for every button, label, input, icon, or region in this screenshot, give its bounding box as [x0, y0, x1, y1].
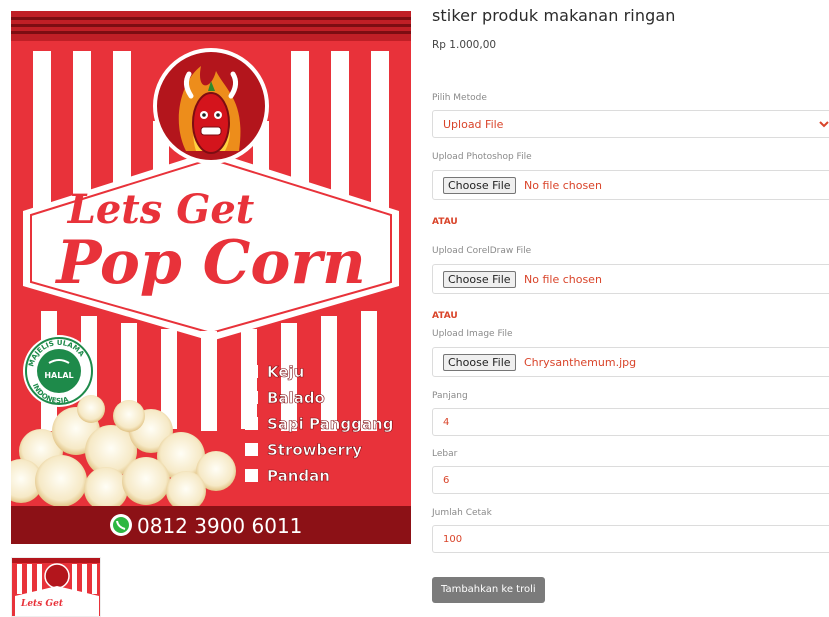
flavor-item: Sapi Panggang: [267, 415, 393, 433]
panjang-label: Panjang: [432, 391, 468, 401]
jumlah-label: Jumlah Cetak: [432, 508, 492, 518]
coreldraw-label: Upload CorelDraw File: [432, 246, 532, 256]
image-choose-button[interactable]: Choose File: [443, 354, 516, 371]
poster-brand-line1: Lets Get: [67, 186, 255, 233]
seal-halal-text: HALAL: [44, 371, 73, 380]
photoshop-file-name: No file chosen: [524, 179, 602, 192]
photoshop-file-field: Choose File No file chosen: [432, 170, 829, 200]
jumlah-input[interactable]: 100: [432, 525, 829, 553]
image-label: Upload Image File: [432, 329, 513, 339]
panjang-input[interactable]: 4: [432, 408, 829, 436]
method-select[interactable]: Upload File: [432, 110, 829, 138]
thumb-text: Lets Get: [20, 599, 64, 609]
coreldraw-file-field: Choose File No file chosen: [432, 264, 829, 294]
coreldraw-choose-button[interactable]: Choose File: [443, 271, 516, 288]
photoshop-label: Upload Photoshop File: [432, 152, 532, 162]
atau-separator-1: ATAU: [432, 217, 458, 227]
halal-seal-icon: MAJELIS ULAMA INDONESIA HALAL: [23, 335, 95, 407]
product-price: Rp 1.000,00: [432, 39, 497, 51]
product-title: stiker produk makanan ringan: [432, 6, 676, 25]
jumlah-value: 100: [443, 534, 463, 545]
add-to-cart-button[interactable]: Tambahkan ke troli: [432, 577, 545, 603]
poster-brand-line2: Pop Corn: [54, 228, 365, 298]
photoshop-choose-button[interactable]: Choose File: [443, 177, 516, 194]
lebar-label: Lebar: [432, 449, 458, 459]
image-file-name: Chrysanthemum.jpg: [524, 356, 637, 369]
flavor-item: Keju: [267, 363, 304, 381]
lebar-input[interactable]: 6: [432, 466, 829, 494]
atau-separator-2: ATAU: [432, 311, 458, 321]
product-thumbnail[interactable]: Lets Get: [11, 557, 101, 617]
method-label: Pilih Metode: [432, 93, 487, 103]
whatsapp-icon: [110, 514, 132, 536]
flavor-item: Balado: [267, 389, 325, 407]
chevron-down-icon: [819, 121, 829, 128]
poster-phone: 0812 3900 6011: [137, 514, 302, 538]
lebar-value: 6: [443, 475, 450, 486]
coreldraw-file-name: No file chosen: [524, 273, 602, 286]
panjang-value: 4: [443, 417, 450, 428]
image-file-field: Choose File Chrysanthemum.jpg: [432, 347, 829, 377]
flavor-item: Strowberry: [267, 441, 362, 459]
flavor-item: Pandan: [267, 467, 330, 485]
product-image: Lets Get Pop Corn MAJELIS ULAMA INDONESI…: [11, 11, 411, 544]
mascot-logo: [153, 48, 269, 164]
method-select-value: Upload File: [443, 118, 504, 131]
